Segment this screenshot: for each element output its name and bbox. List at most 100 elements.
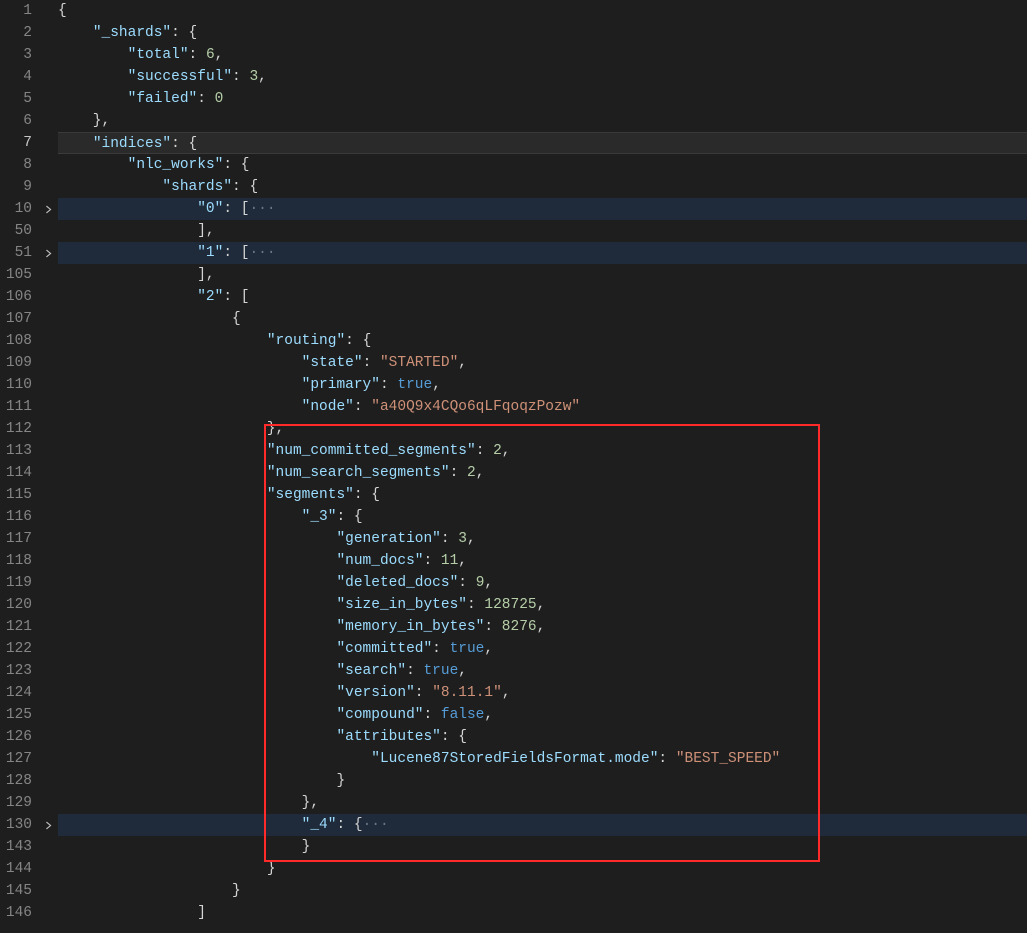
fold-slot[interactable] [38, 748, 58, 770]
code-line[interactable]: "segments": { [58, 484, 1027, 506]
fold-slot[interactable] [38, 374, 58, 396]
fold-slot[interactable] [38, 0, 58, 22]
code-line[interactable]: "routing": { [58, 330, 1027, 352]
fold-slot[interactable] [38, 484, 58, 506]
code-line[interactable]: ], [58, 220, 1027, 242]
fold-slot[interactable] [38, 44, 58, 66]
fold-chevron-icon[interactable] [38, 198, 58, 220]
code-line[interactable]: "nlc_works": { [58, 154, 1027, 176]
fold-slot[interactable] [38, 638, 58, 660]
code-line[interactable]: ], [58, 264, 1027, 286]
fold-slot[interactable] [38, 660, 58, 682]
code-line[interactable]: }, [58, 792, 1027, 814]
fold-slot[interactable] [38, 682, 58, 704]
code-line[interactable]: } [58, 880, 1027, 902]
code-line[interactable]: "size_in_bytes": 128725, [58, 594, 1027, 616]
json-punct: : [423, 707, 440, 723]
code-line[interactable]: "deleted_docs": 9, [58, 572, 1027, 594]
code-line[interactable]: } [58, 836, 1027, 858]
fold-slot[interactable] [38, 572, 58, 594]
fold-slot[interactable] [38, 352, 58, 374]
fold-slot[interactable] [38, 22, 58, 44]
code-line[interactable]: "Lucene87StoredFieldsFormat.mode": "BEST… [58, 748, 1027, 770]
code-line[interactable]: { [58, 308, 1027, 330]
code-line[interactable]: ] [58, 902, 1027, 924]
json-punct: , [215, 47, 224, 63]
json-key: "state" [302, 355, 363, 371]
code-line[interactable]: "compound": false, [58, 704, 1027, 726]
code-line[interactable]: "attributes": { [58, 726, 1027, 748]
fold-slot[interactable] [38, 330, 58, 352]
fold-slot[interactable] [38, 462, 58, 484]
fold-slot[interactable] [38, 792, 58, 814]
code-line[interactable]: "memory_in_bytes": 8276, [58, 616, 1027, 638]
fold-slot[interactable] [38, 154, 58, 176]
code-line[interactable]: "num_committed_segments": 2, [58, 440, 1027, 462]
fold-slot[interactable] [38, 594, 58, 616]
code-line[interactable]: "primary": true, [58, 374, 1027, 396]
code-line[interactable]: "committed": true, [58, 638, 1027, 660]
fold-slot[interactable] [38, 220, 58, 242]
fold-slot[interactable] [38, 836, 58, 858]
fold-slot[interactable] [38, 132, 58, 154]
code-line[interactable]: "0": [··· [58, 198, 1027, 220]
code-line[interactable]: } [58, 770, 1027, 792]
fold-slot[interactable] [38, 726, 58, 748]
fold-slot[interactable] [38, 176, 58, 198]
code-line[interactable]: }, [58, 418, 1027, 440]
code-line[interactable]: "node": "a40Q9x4CQo6qLFqoqzPozw" [58, 396, 1027, 418]
line-number: 121 [0, 616, 32, 638]
fold-slot[interactable] [38, 264, 58, 286]
json-punct: { [58, 3, 67, 19]
fold-slot[interactable] [38, 704, 58, 726]
fold-chevron-icon[interactable] [38, 814, 58, 836]
fold-slot[interactable] [38, 616, 58, 638]
fold-slot[interactable] [38, 528, 58, 550]
fold-slot[interactable] [38, 88, 58, 110]
json-punct [58, 136, 93, 152]
json-punct [58, 399, 302, 415]
code-line[interactable]: "_shards": { [58, 22, 1027, 44]
fold-slot[interactable] [38, 308, 58, 330]
code-line[interactable]: "search": true, [58, 660, 1027, 682]
code-line[interactable]: "_4": {··· [58, 814, 1027, 836]
fold-slot[interactable] [38, 550, 58, 572]
json-punct: : [232, 69, 249, 85]
code-line[interactable]: "_3": { [58, 506, 1027, 528]
code-line[interactable]: { [58, 0, 1027, 22]
fold-slot[interactable] [38, 858, 58, 880]
fold-slot[interactable] [38, 418, 58, 440]
fold-slot[interactable] [38, 396, 58, 418]
json-number: 3 [458, 531, 467, 547]
code-line[interactable]: "generation": 3, [58, 528, 1027, 550]
fold-slot[interactable] [38, 902, 58, 924]
code-line[interactable]: "1": [··· [58, 242, 1027, 264]
code-line[interactable]: "state": "STARTED", [58, 352, 1027, 374]
fold-slot[interactable] [38, 286, 58, 308]
code-line[interactable]: "2": [ [58, 286, 1027, 308]
code-line[interactable]: "num_search_segments": 2, [58, 462, 1027, 484]
fold-slot[interactable] [38, 770, 58, 792]
code-line[interactable]: "shards": { [58, 176, 1027, 198]
fold-slot[interactable] [38, 440, 58, 462]
json-punct [58, 575, 336, 591]
fold-slot[interactable] [38, 506, 58, 528]
fold-slot[interactable] [38, 110, 58, 132]
fold-slot[interactable] [38, 66, 58, 88]
json-punct [58, 201, 197, 217]
code-line[interactable]: "successful": 3, [58, 66, 1027, 88]
fold-gutter[interactable] [38, 0, 58, 933]
code-line[interactable]: "failed": 0 [58, 88, 1027, 110]
code-area[interactable]: { "_shards": { "total": 6, "successful":… [58, 0, 1027, 933]
code-line[interactable]: "total": 6, [58, 44, 1027, 66]
code-line[interactable]: }, [58, 110, 1027, 132]
fold-chevron-icon[interactable] [38, 242, 58, 264]
fold-slot[interactable] [38, 880, 58, 902]
code-line[interactable]: "num_docs": 11, [58, 550, 1027, 572]
code-line[interactable]: } [58, 858, 1027, 880]
code-line[interactable]: "indices": { [58, 132, 1027, 154]
json-string: "BEST_SPEED" [676, 751, 780, 767]
code-editor[interactable]: 1234567891050511051061071081091101111121… [0, 0, 1027, 933]
json-punct: : { [345, 333, 371, 349]
code-line[interactable]: "version": "8.11.1", [58, 682, 1027, 704]
